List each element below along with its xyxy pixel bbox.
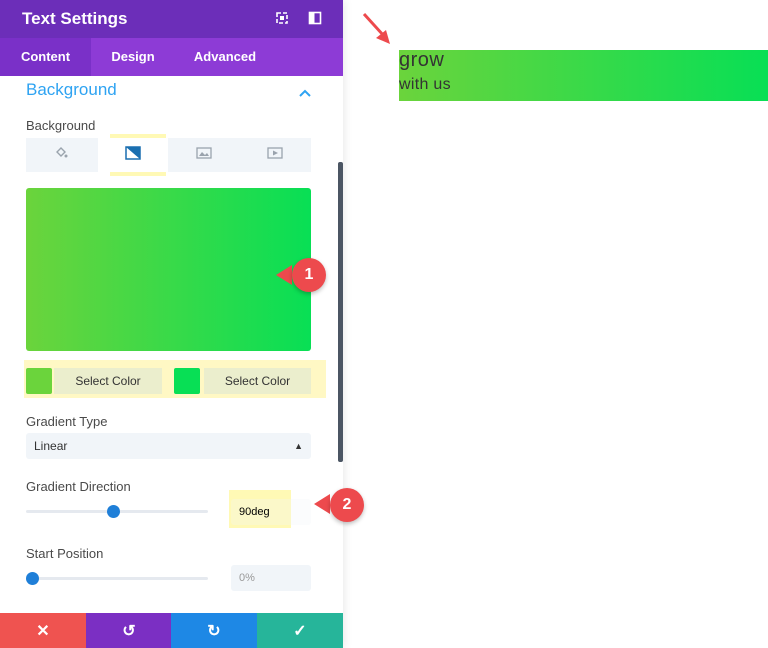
gradient-direction-label: Gradient Direction bbox=[26, 479, 131, 494]
panel-scrollbar[interactable] bbox=[338, 162, 343, 462]
panel-titlebar: Text Settings bbox=[0, 0, 343, 38]
gradient-direction-input[interactable]: 90deg bbox=[231, 499, 311, 525]
annotation-pointer-1 bbox=[276, 265, 292, 285]
tab-design[interactable]: Design bbox=[91, 38, 175, 76]
panel-title: Text Settings bbox=[22, 9, 128, 28]
section-title-background[interactable]: Background bbox=[26, 80, 117, 100]
panel-tabs: Content Design Advanced bbox=[0, 38, 343, 76]
annotation-badge-2: 2 bbox=[330, 488, 364, 522]
start-position-input[interactable]: 0% bbox=[231, 565, 311, 591]
save-button[interactable]: ✓ bbox=[257, 613, 343, 648]
gradient-direction-knob[interactable] bbox=[106, 505, 120, 518]
bg-tab-image[interactable] bbox=[169, 138, 239, 172]
annotation-badge-1: 1 bbox=[292, 258, 326, 292]
text-line-with-us: with us bbox=[399, 76, 451, 93]
bg-tab-gradient[interactable] bbox=[98, 138, 168, 172]
start-position-slider[interactable] bbox=[26, 577, 208, 580]
text-line-grow: grow bbox=[399, 49, 445, 71]
start-position-label: Start Position bbox=[26, 546, 104, 561]
split-view-icon[interactable] bbox=[308, 11, 322, 25]
gradient-icon bbox=[125, 145, 141, 165]
image-icon bbox=[196, 146, 212, 164]
close-icon: ✕ bbox=[36, 622, 50, 640]
undo-button[interactable]: ↺ bbox=[86, 613, 172, 648]
undo-icon: ↺ bbox=[122, 622, 136, 640]
background-type-tabs bbox=[26, 134, 311, 176]
discard-button[interactable]: ✕ bbox=[0, 613, 86, 648]
red-arrow-icon bbox=[362, 12, 394, 51]
start-color-swatch[interactable] bbox=[26, 368, 52, 394]
panel-footer: ✕ ↺ ↻ ✓ bbox=[0, 613, 343, 648]
checkmark-icon: ✓ bbox=[293, 622, 307, 640]
bg-tab-video[interactable] bbox=[240, 138, 310, 172]
start-position-knob[interactable] bbox=[26, 572, 39, 585]
gradient-type-label: Gradient Type bbox=[26, 414, 108, 429]
redo-button[interactable]: ↻ bbox=[171, 613, 257, 648]
gradient-type-select[interactable]: Linear ▲ bbox=[26, 433, 311, 459]
redo-icon: ↻ bbox=[207, 622, 221, 640]
select-arrows-icon: ▲ bbox=[294, 441, 303, 451]
settings-panel: Text Settings Content Design Advanced Ba… bbox=[0, 0, 343, 648]
tab-advanced[interactable]: Advanced bbox=[175, 38, 275, 76]
chevron-up-icon[interactable] bbox=[299, 84, 311, 102]
select-end-color-button[interactable]: Select Color bbox=[204, 368, 311, 394]
gradient-color-row: Select Color Select Color bbox=[24, 360, 326, 398]
gradient-preview bbox=[26, 188, 311, 351]
fullscreen-icon[interactable] bbox=[275, 11, 289, 25]
gradient-type-value: Linear bbox=[34, 439, 68, 453]
video-icon bbox=[267, 146, 283, 164]
text-module-background[interactable] bbox=[399, 50, 768, 101]
background-label: Background bbox=[26, 118, 96, 133]
annotation-pointer-2 bbox=[314, 494, 330, 514]
end-color-swatch[interactable] bbox=[174, 368, 200, 394]
select-start-color-button[interactable]: Select Color bbox=[54, 368, 162, 394]
paint-bucket-icon bbox=[54, 146, 68, 165]
tab-content[interactable]: Content bbox=[0, 38, 91, 76]
bg-tab-color[interactable] bbox=[26, 138, 96, 172]
